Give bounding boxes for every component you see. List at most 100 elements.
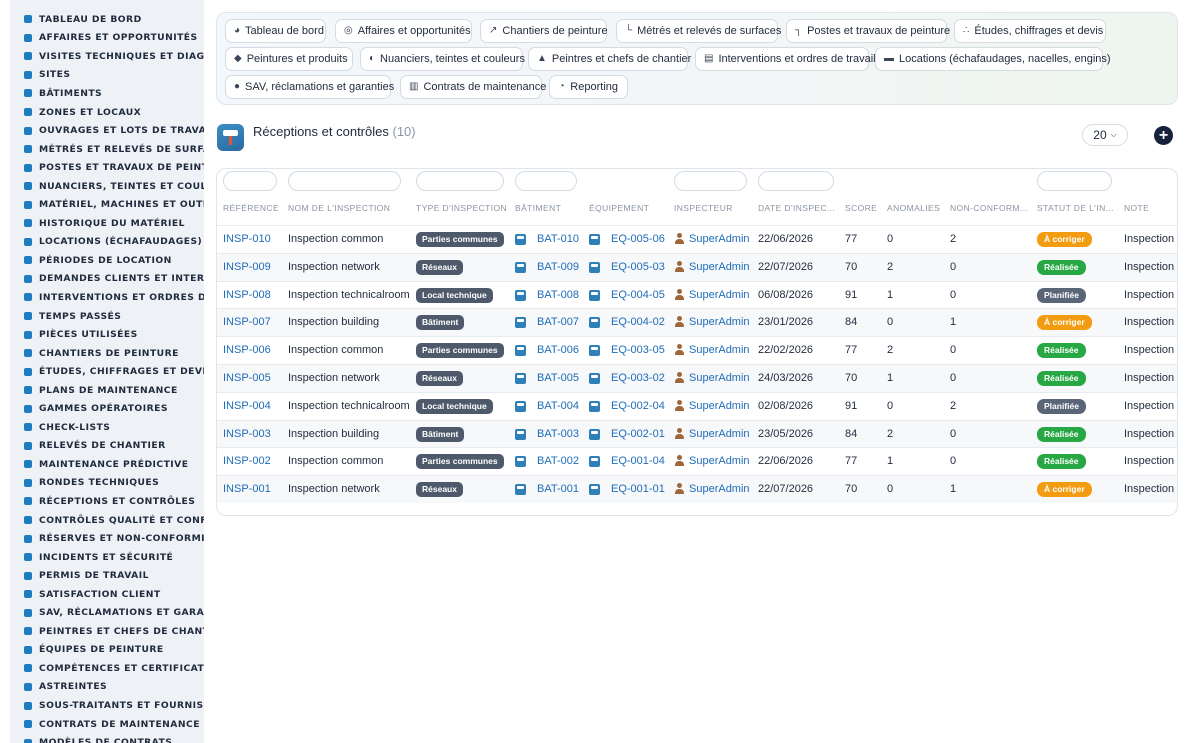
sidebar-item[interactable]: RONDES TECHNIQUES [10,474,204,493]
sidebar-item[interactable]: INCIDENTS ET SÉCURITÉ [10,548,204,567]
sidebar-item[interactable]: CONTRATS DE MAINTENANCE [10,715,204,734]
column-header[interactable]: NOM DE L'INSPECTION [288,203,390,213]
sidebar-item[interactable]: SAV, RÉCLAMATIONS ET GARANTIES [10,604,204,623]
nav-button[interactable]: ◔ Reporting [549,75,628,99]
column-filter-input[interactable] [223,171,277,191]
reference-link[interactable]: INSP-008 [223,289,271,301]
sidebar-item[interactable]: CHANTIERS DE PEINTURE [10,344,204,363]
column-filter-input[interactable] [416,171,504,191]
equipment-link[interactable]: EQ-005-06 [611,233,665,245]
sidebar-item[interactable]: OUVRAGES ET LOTS DE TRAVAUX [10,121,204,140]
column-filter-input[interactable] [758,171,834,191]
sidebar-item[interactable]: GAMMES OPÉRATOIRES [10,399,204,418]
inspector-link[interactable]: SuperAdmin [689,344,750,356]
sidebar-item[interactable]: ÉQUIPES DE PEINTURE [10,641,204,660]
sidebar-item[interactable]: SOUS-TRAITANTS ET FOURNISSEURS [10,696,204,715]
column-filter-input[interactable] [288,171,401,191]
nav-button[interactable]: ▬ Locations (échafaudages, nacelles, engi… [875,47,1111,71]
sidebar-item[interactable]: PERMIS DE TRAVAIL [10,566,204,585]
sidebar-item[interactable]: DEMANDES CLIENTS ET INTERVENTIONS [10,270,204,289]
sidebar-item[interactable]: TEMPS PASSÉS [10,307,204,326]
inspector-link[interactable]: SuperAdmin [689,455,750,467]
column-header[interactable]: TYPE D'INSPECTION [416,203,507,213]
sidebar-item[interactable]: COMPÉTENCES ET CERTIFICATIONS [10,659,204,678]
table-row[interactable]: INSP-010 Inspection common Parties commune… [217,225,1177,253]
per-page-select[interactable]: 20 ⌵ [1082,124,1128,146]
nav-button[interactable]: ▤ Interventions et ordres de travail [695,47,876,71]
building-link[interactable]: BAT-010 [537,233,579,245]
column-header[interactable]: BÂTIMENT [515,203,561,213]
sidebar-item[interactable]: PÉRIODES DE LOCATION [10,251,204,270]
sidebar-item[interactable]: NUANCIERS, TEINTES ET COULEURS [10,177,204,196]
reference-link[interactable]: INSP-006 [223,344,271,356]
nav-button[interactable]: ▲ Peintres et chefs de chantier [528,47,691,71]
column-header[interactable]: NOTE [1124,203,1149,213]
equipment-link[interactable]: EQ-005-03 [611,261,665,273]
building-link[interactable]: BAT-001 [537,483,579,495]
sidebar-item[interactable]: MAINTENANCE PRÉDICTIVE [10,455,204,474]
table-row[interactable]: INSP-003 Inspection building Bâtiment BAT-0… [217,419,1177,448]
nav-button[interactable]: └ Métrés et relevés de surfaces [616,19,781,43]
equipment-link[interactable]: EQ-001-01 [611,483,665,495]
sidebar-item[interactable]: HISTORIQUE DU MATÉRIEL [10,214,204,233]
inspector-link[interactable]: SuperAdmin [689,400,750,412]
reference-link[interactable]: INSP-010 [223,233,271,245]
sidebar-item[interactable]: MATÉRIEL, MACHINES ET OUTILLAGE [10,195,204,214]
sidebar-item[interactable]: MÉTRÉS ET RELEVÉS DE SURFACES [10,140,204,159]
column-header[interactable]: DATE D'INSPEC... [758,203,835,213]
nav-button[interactable]: ◎ Affaires et opportunités [335,19,472,43]
table-row[interactable]: INSP-002 Inspection common Parties commune… [217,447,1177,475]
inspector-link[interactable]: SuperAdmin [689,428,750,440]
add-record-button[interactable]: + [1154,126,1173,145]
table-row[interactable]: INSP-009 Inspection network Réseaux BAT-009… [217,252,1177,281]
equipment-link[interactable]: EQ-003-05 [611,344,665,356]
equipment-link[interactable]: EQ-004-05 [611,289,665,301]
sidebar-item[interactable]: MODÈLES DE CONTRATS [10,733,204,743]
inspector-link[interactable]: SuperAdmin [689,233,750,245]
sidebar-item[interactable]: PLANS DE MAINTENANCE [10,381,204,400]
sidebar-item[interactable]: CHECK-LISTS [10,418,204,437]
building-link[interactable]: BAT-009 [537,261,579,273]
column-header[interactable]: ANOMALIES [887,203,940,213]
sidebar-item[interactable]: INTERVENTIONS ET ORDRES DE TRAVAIL [10,288,204,307]
sidebar-item[interactable]: SATISFACTION CLIENT [10,585,204,604]
nav-button[interactable]: ◆ Peintures et produits [225,47,353,71]
column-header[interactable]: ÉQUIPEMENT [589,203,649,213]
sidebar-item[interactable]: POSTES ET TRAVAUX DE PEINTURE [10,158,204,177]
building-link[interactable]: BAT-002 [537,455,579,467]
column-filter-input[interactable] [515,171,577,191]
column-header[interactable]: STATUT DE L'IN... [1037,203,1114,213]
reference-link[interactable]: INSP-004 [223,400,271,412]
sidebar-item[interactable]: BÂTIMENTS [10,84,204,103]
sidebar-item[interactable]: RELEVÉS DE CHANTIER [10,437,204,456]
reference-link[interactable]: INSP-007 [223,316,271,328]
sidebar-item[interactable]: TABLEAU DE BORD [10,10,204,29]
sidebar-item[interactable]: SITES [10,66,204,85]
nav-button[interactable]: ∴ Études, chiffrages et devis [954,19,1106,43]
building-link[interactable]: BAT-003 [537,428,579,440]
column-filter-input[interactable] [674,171,747,191]
building-link[interactable]: BAT-007 [537,316,579,328]
reference-link[interactable]: INSP-001 [223,483,271,495]
sidebar-item[interactable]: ÉTUDES, CHIFFRAGES ET DEVIS [10,362,204,381]
sidebar-item[interactable]: PIÈCES UTILISÉES [10,325,204,344]
equipment-link[interactable]: EQ-002-01 [611,428,665,440]
building-link[interactable]: BAT-006 [537,344,579,356]
reference-link[interactable]: INSP-009 [223,261,271,273]
sidebar-item[interactable]: CONTRÔLES QUALITÉ ET CONFORMITÉ [10,511,204,530]
nav-button[interactable]: ◐ Nuanciers, teintes et couleurs [360,47,525,71]
nav-button[interactable]: ◕ Tableau de bord [225,19,326,43]
building-link[interactable]: BAT-008 [537,289,579,301]
table-row[interactable]: INSP-008 Inspection technicalroom Local te… [217,280,1177,309]
table-row[interactable]: INSP-004 Inspection technicalroom Local te… [217,391,1177,420]
column-header[interactable]: RÉFÉRENCE [223,203,279,213]
inspector-link[interactable]: SuperAdmin [689,372,750,384]
nav-button[interactable]: ┐ Postes et travaux de peinture [786,19,950,43]
sidebar-item[interactable]: ZONES ET LOCAUX [10,103,204,122]
inspector-link[interactable]: SuperAdmin [689,289,750,301]
equipment-link[interactable]: EQ-002-04 [611,400,665,412]
table-row[interactable]: INSP-006 Inspection common Parties commune… [217,336,1177,364]
nav-button[interactable]: ● SAV, réclamations et garanties [225,75,394,99]
column-header[interactable]: SCORE [845,203,877,213]
inspector-link[interactable]: SuperAdmin [689,261,750,273]
